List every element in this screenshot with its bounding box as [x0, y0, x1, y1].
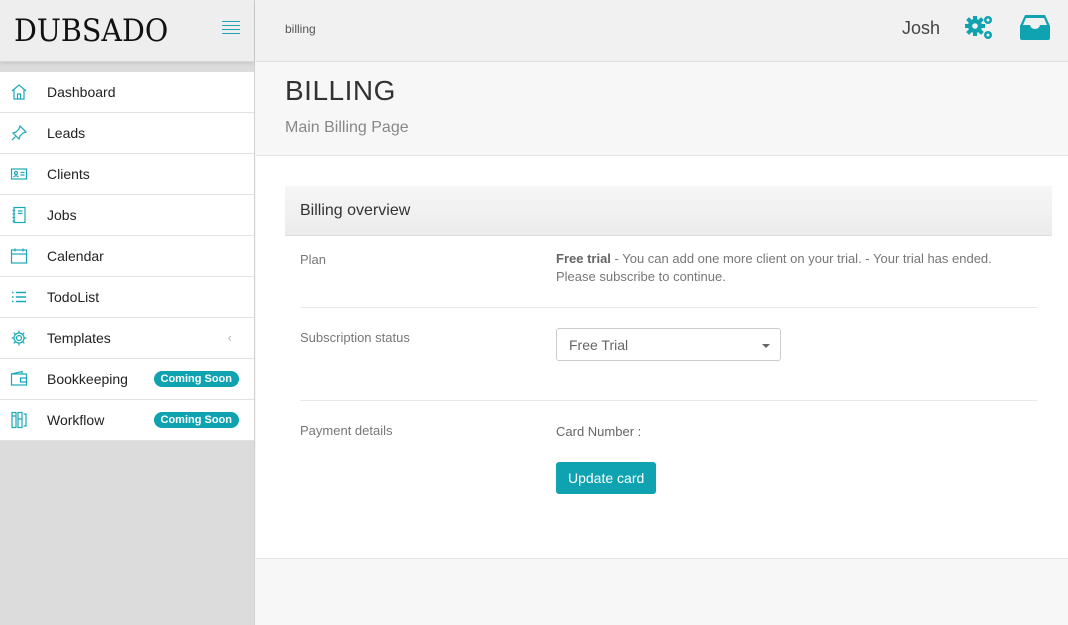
sidebar-item-label: Workflow — [47, 412, 105, 428]
sidebar-item-label: Jobs — [47, 207, 77, 223]
sidebar-item-templates[interactable]: Templates ‹ — [0, 318, 254, 359]
plan-value: Free trial - You can add one more client… — [556, 250, 992, 286]
sidebar-item-jobs[interactable]: Jobs — [0, 195, 254, 236]
sidebar-nav: Dashboard Leads Clients Jobs Calendar To… — [0, 72, 254, 441]
card-number-label: Card Number : — [556, 424, 642, 439]
calendar-icon — [0, 247, 47, 265]
id-card-icon — [0, 165, 47, 183]
coming-soon-badge: Coming Soon — [153, 412, 239, 428]
main-content: Billing overview Plan Free trial - You c… — [256, 156, 1068, 559]
sidebar-item-workflow[interactable]: Workflow Coming Soon — [0, 400, 254, 441]
page-title: BILLING — [285, 75, 396, 106]
chevron-left-icon[interactable]: ‹ — [228, 330, 232, 345]
subscription-label: Subscription status — [300, 330, 410, 345]
subscription-status-select[interactable]: Free Trial — [556, 328, 781, 361]
home-icon — [0, 83, 47, 101]
plan-message: - You can add one more client on your tr… — [610, 251, 992, 266]
billing-overview-panel: Billing overview Plan Free trial - You c… — [285, 186, 1052, 521]
notebook-icon — [0, 206, 47, 224]
pin-icon — [0, 124, 47, 142]
plan-name: Free trial — [556, 251, 611, 266]
breadcrumb[interactable]: billing — [285, 22, 316, 36]
workflow-icon — [0, 411, 47, 429]
sidebar-item-calendar[interactable]: Calendar — [0, 236, 254, 277]
sidebar-item-clients[interactable]: Clients — [0, 154, 254, 195]
sidebar-item-label: Leads — [47, 125, 86, 141]
page-subtitle: Main Billing Page — [285, 119, 409, 136]
sidebar-item-dashboard[interactable]: Dashboard — [0, 72, 254, 113]
wallet-icon — [0, 370, 47, 388]
sidebar: DUBSADO Dashboard Leads Clients Jobs Cal… — [0, 0, 255, 625]
payment-row: Payment details Card Number : Update car… — [300, 401, 1037, 521]
sidebar-item-leads[interactable]: Leads — [0, 113, 254, 154]
sidebar-item-bookkeeping[interactable]: Bookkeeping Coming Soon — [0, 359, 254, 400]
panel-title: Billing overview — [285, 186, 1052, 236]
sidebar-item-label: Bookkeeping — [47, 371, 128, 387]
plan-row: Plan Free trial - You can add one more c… — [300, 236, 1037, 308]
brand-header: DUBSADO — [0, 0, 254, 62]
plan-label: Plan — [300, 252, 327, 267]
sidebar-item-label: Templates — [47, 330, 111, 346]
subscription-selected-value: Free Trial — [569, 336, 629, 353]
payment-label: Payment details — [300, 423, 393, 438]
hamburger-menu-icon[interactable] — [222, 21, 240, 35]
sidebar-item-label: Dashboard — [47, 84, 116, 100]
plan-subscribe-note: Please subscribe to continue. — [556, 269, 726, 284]
page-header: BILLING Main Billing Page — [256, 63, 1068, 156]
list-icon — [0, 288, 47, 306]
caret-down-icon — [762, 344, 770, 348]
sidebar-item-todolist[interactable]: TodoList — [0, 277, 254, 318]
sidebar-item-label: Calendar — [47, 248, 104, 264]
inbox-icon[interactable] — [1020, 14, 1050, 40]
update-card-button[interactable]: Update card — [556, 462, 657, 494]
top-bar: billing Josh — [256, 0, 1068, 62]
gears-icon[interactable] — [963, 14, 995, 42]
coming-soon-badge: Coming Soon — [153, 371, 239, 387]
sidebar-item-label: TodoList — [47, 289, 100, 305]
sidebar-item-label: Clients — [47, 166, 90, 182]
brand-logo[interactable]: DUBSADO — [14, 13, 168, 49]
gear-icon — [0, 329, 47, 347]
subscription-row: Subscription status Free Trial — [300, 308, 1037, 401]
user-name[interactable]: Josh — [902, 18, 940, 39]
